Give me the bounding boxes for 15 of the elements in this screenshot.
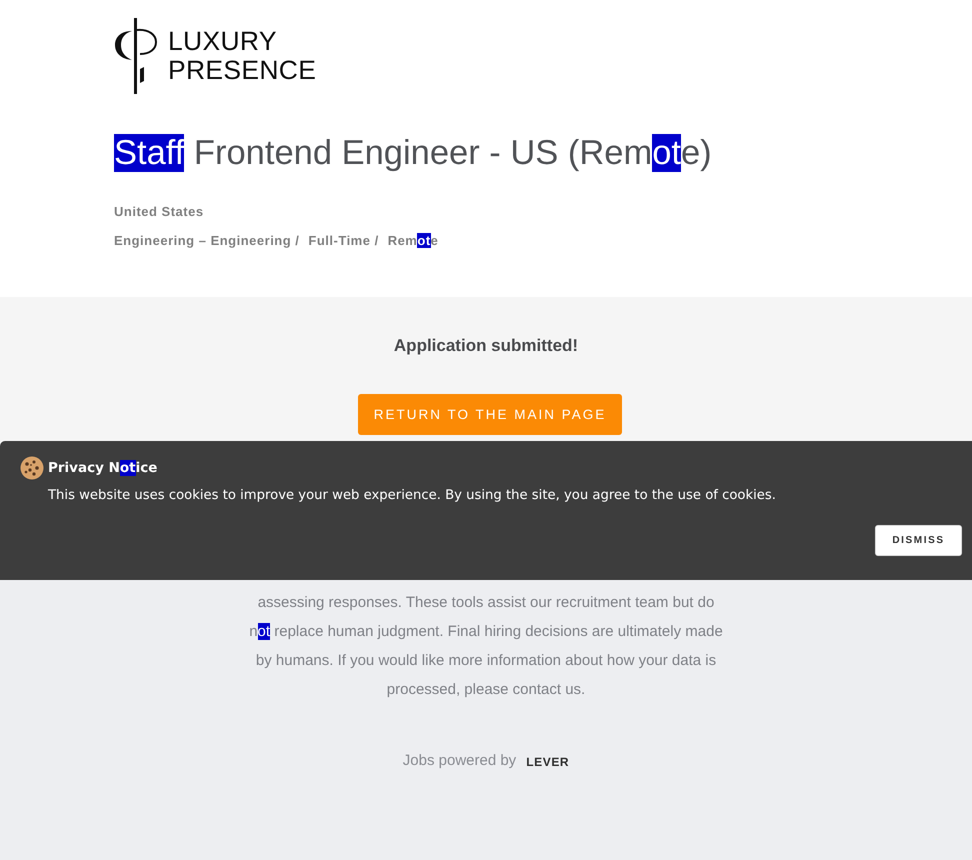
banner-message: This website uses cookies to improve your web experience. By using the site, you agree to the use of cookies. bbox=[48, 487, 777, 505]
dismiss-button[interactable]: DISMISS bbox=[875, 525, 962, 556]
job-category: Full-Time / bbox=[308, 233, 379, 248]
ai-notice-text: assessing responses. These tools assist our recruitment team but do not replace human judgment. Final hiring decisions are ultimately made by humans. If you would like more information about how your data is processed, please contact us. bbox=[248, 593, 724, 700]
lever-logo-link[interactable]: LEVER bbox=[526, 754, 570, 768]
logo-mark-icon bbox=[114, 17, 158, 95]
submitted-message: Application submitted! bbox=[394, 335, 578, 357]
cookie-icon bbox=[20, 456, 44, 480]
job-category: Engineering – Engineering / bbox=[114, 233, 300, 248]
job-title: Staff Frontend Engineer - US (Remote) bbox=[114, 133, 712, 174]
logo-wordmark: LUXURY PRESENCE bbox=[168, 27, 316, 85]
banner-title: Privacy Notice bbox=[48, 460, 158, 476]
job-location: United States bbox=[114, 204, 204, 219]
powered-by-text: Jobs powered by bbox=[402, 752, 516, 769]
job-category: Remote bbox=[388, 233, 438, 248]
